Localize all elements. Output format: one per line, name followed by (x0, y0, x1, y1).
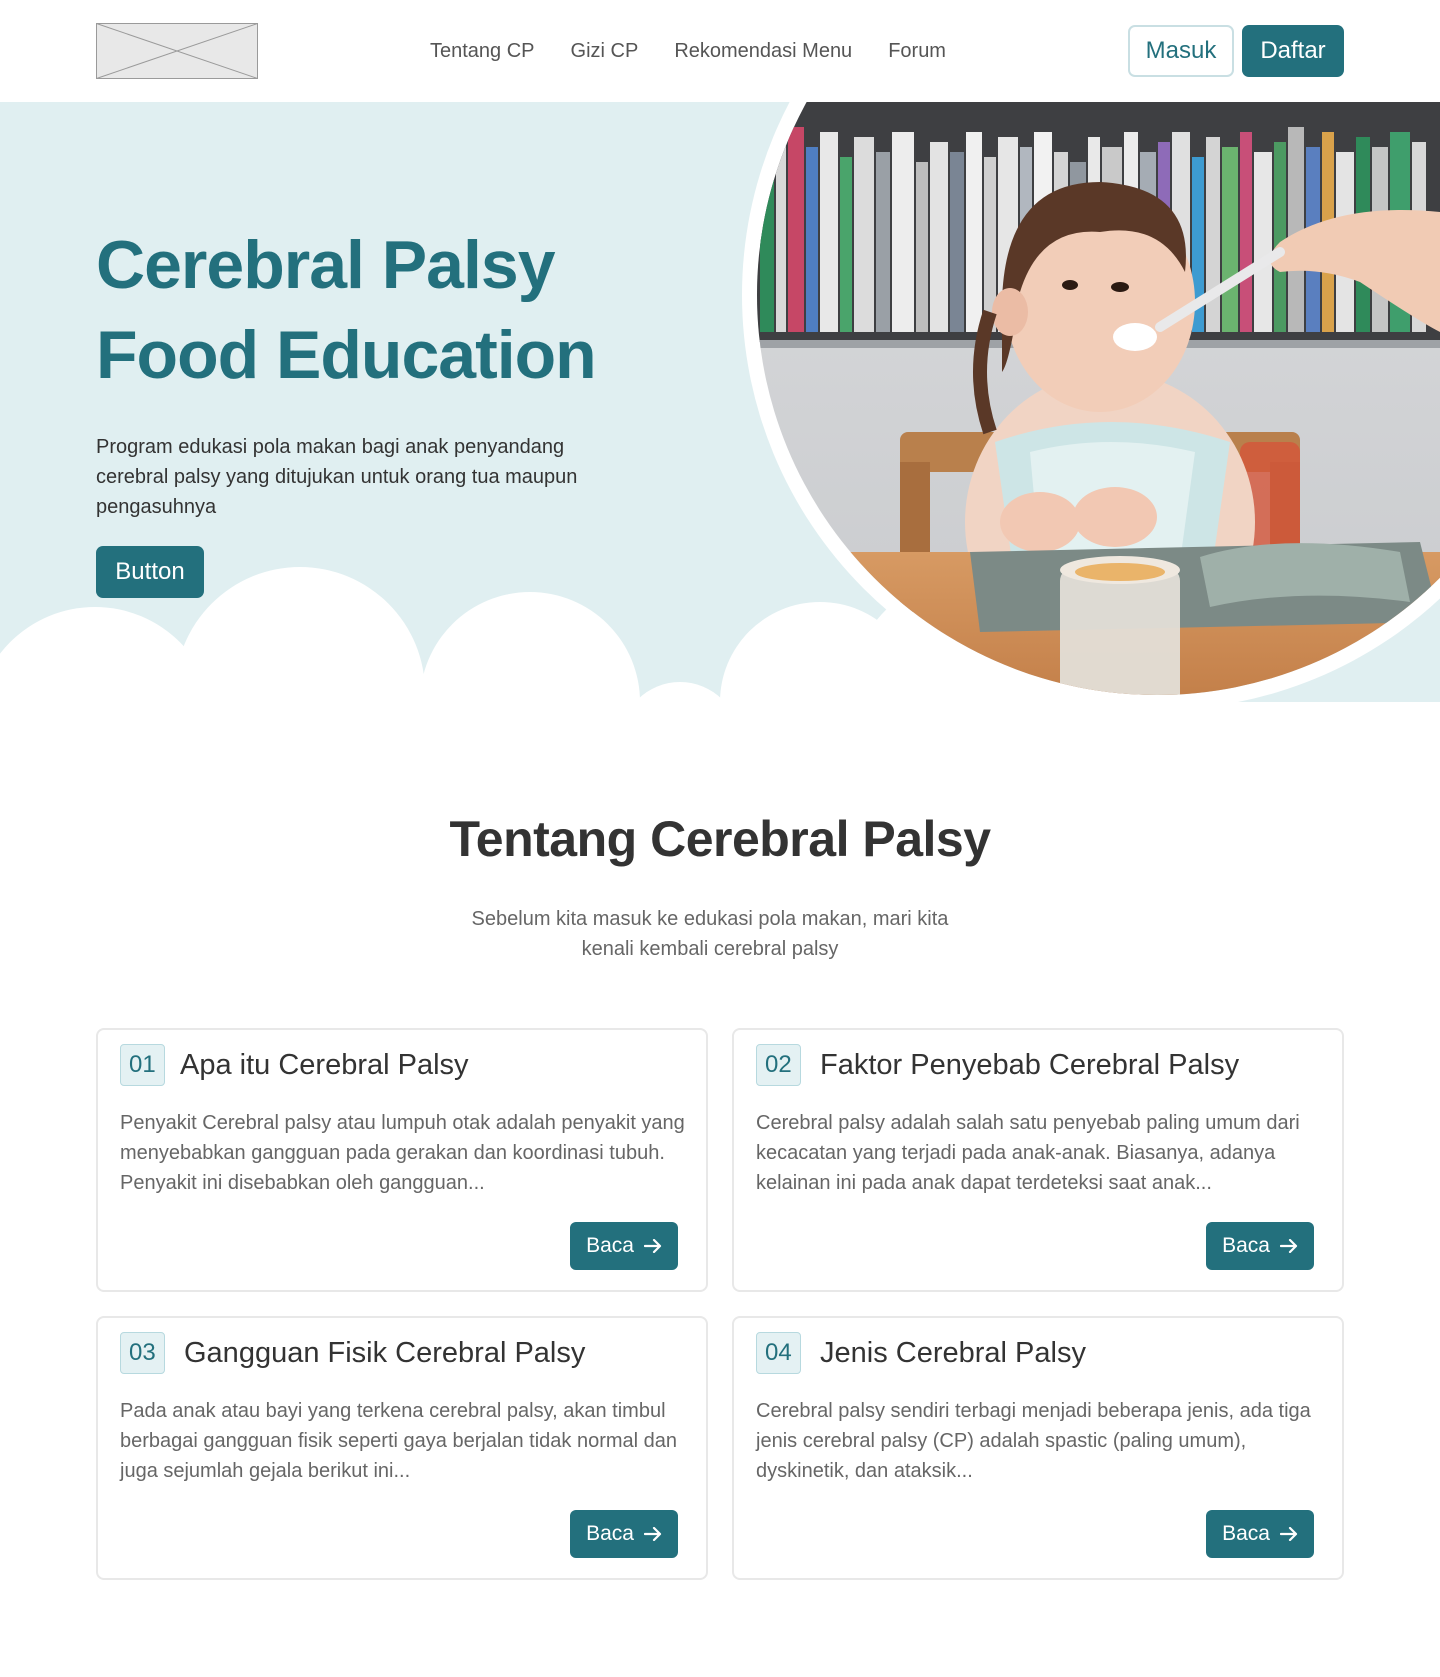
read-button-label: Baca (586, 1234, 634, 1257)
main-nav: Tentang CP Gizi CP Rekomendasi Menu Foru… (430, 36, 982, 66)
read-button[interactable]: Baca (1206, 1222, 1314, 1270)
read-button[interactable]: Baca (570, 1222, 678, 1270)
hero-description: Program edukasi pola makan bagi anak pen… (96, 436, 578, 518)
card-title: Apa itu Cerebral Palsy (180, 1049, 469, 1081)
about-section-subtitle: Sebelum kita masuk ke edukasi pola makan… (471, 908, 949, 960)
read-button-label: Baca (586, 1522, 634, 1545)
hero-title: Cerebral Palsy Food Education (96, 220, 597, 400)
card-title: Gangguan Fisik Cerebral Palsy (184, 1337, 586, 1369)
about-section-title: Tentang Cerebral Palsy (449, 811, 991, 867)
navbar: Tentang CP Gizi CP Rekomendasi Menu Foru… (0, 0, 1440, 102)
nav-link-rekomendasi-menu[interactable]: Rekomendasi Menu (674, 36, 852, 66)
hero-cta-button[interactable]: Button (96, 546, 204, 598)
card-title: Jenis Cerebral Palsy (820, 1337, 1086, 1369)
card-number-badge: 01 (120, 1044, 165, 1086)
card-title: Faktor Penyebab Cerebral Palsy (820, 1049, 1240, 1081)
register-button[interactable]: Daftar (1242, 25, 1344, 77)
info-card: 03 Gangguan Fisik Cerebral Palsy Pada an… (96, 1316, 708, 1580)
arrow-right-icon (643, 1239, 662, 1253)
nav-link-tentang-cp[interactable]: Tentang CP (430, 36, 535, 66)
nav-link-forum[interactable]: Forum (888, 36, 946, 66)
read-button[interactable]: Baca (1206, 1510, 1314, 1558)
nav-link-gizi-cp[interactable]: Gizi CP (571, 36, 639, 66)
arrow-right-icon (1279, 1239, 1298, 1253)
read-button-label: Baca (1222, 1234, 1270, 1257)
card-text: Cerebral palsy adalah salah satu penyeba… (756, 1112, 1300, 1194)
child-eating-photo (757, 102, 1440, 695)
hero-title-line1: Cerebral Palsy (96, 227, 556, 303)
read-button[interactable]: Baca (570, 1510, 678, 1558)
logo-placeholder-icon[interactable] (96, 23, 258, 79)
card-number-badge: 02 (756, 1044, 801, 1086)
read-button-label: Baca (1222, 1522, 1270, 1545)
hero-section: Cerebral Palsy Food Education Program ed… (0, 102, 1440, 722)
info-card: 01 Apa itu Cerebral Palsy Penyakit Cereb… (96, 1028, 708, 1292)
card-text: Pada anak atau bayi yang terkena cerebra… (120, 1400, 678, 1482)
card-text: Penyakit Cerebral palsy atau lumpuh otak… (120, 1112, 685, 1194)
login-button[interactable]: Masuk (1128, 25, 1234, 77)
card-number-badge: 04 (756, 1332, 801, 1374)
arrow-right-icon (1279, 1527, 1298, 1541)
arrow-right-icon (643, 1527, 662, 1541)
info-card: 04 Jenis Cerebral Palsy Cerebral palsy s… (732, 1316, 1344, 1580)
card-number-badge: 03 (120, 1332, 165, 1374)
info-card: 02 Faktor Penyebab Cerebral Palsy Cerebr… (732, 1028, 1344, 1292)
hero-title-line2: Food Education (96, 317, 597, 393)
card-text: Cerebral palsy sendiri terbagi menjadi b… (756, 1400, 1311, 1482)
